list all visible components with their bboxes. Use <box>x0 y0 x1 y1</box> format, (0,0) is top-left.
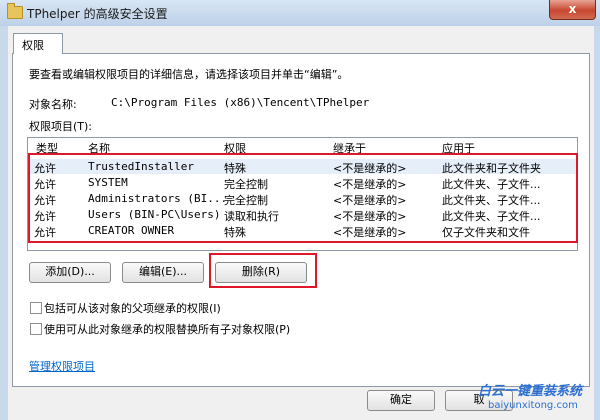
inherit-checkbox[interactable] <box>30 302 42 314</box>
ok-button[interactable]: 确定 <box>367 390 435 411</box>
highlight-box-delete <box>209 253 317 288</box>
add-button[interactable]: 添加(D)... <box>29 262 111 283</box>
entries-label: 权限项目(T): <box>29 120 93 133</box>
replace-checkbox[interactable] <box>30 323 42 335</box>
replace-checkbox-label: 使用可从此对象继承的权限替换所有子对象权限(P) <box>44 323 291 336</box>
tab-permissions[interactable]: 权限 <box>13 33 63 54</box>
title-bar: TPhelper 的高级安全设置 x <box>0 0 600 26</box>
watermark-title: 白云一键重装系统 <box>478 384 583 399</box>
window-title: TPhelper 的高级安全设置 <box>27 7 168 21</box>
inherit-checkbox-label: 包括可从该对象的父项继承的权限(I) <box>44 302 221 315</box>
manage-permissions-link[interactable]: 管理权限项目 <box>29 358 95 374</box>
edit-button[interactable]: 编辑(E)... <box>122 262 204 283</box>
tab-label: 权限 <box>22 39 44 52</box>
object-name-label: 对象名称: <box>29 98 77 111</box>
folder-icon <box>7 3 23 19</box>
close-button[interactable]: x <box>549 0 596 20</box>
watermark: 白云一键重装系统 baiyunxitong.com <box>478 380 600 420</box>
object-name-value: C:\Program Files (x86)\Tencent\TPhelper <box>111 96 370 109</box>
highlight-box-entries <box>28 153 578 243</box>
info-text: 要查看或编辑权限项目的详细信息，请选择该项目并单击“编辑”。 <box>29 68 349 81</box>
watermark-url: baiyunxitong.com <box>488 400 578 411</box>
